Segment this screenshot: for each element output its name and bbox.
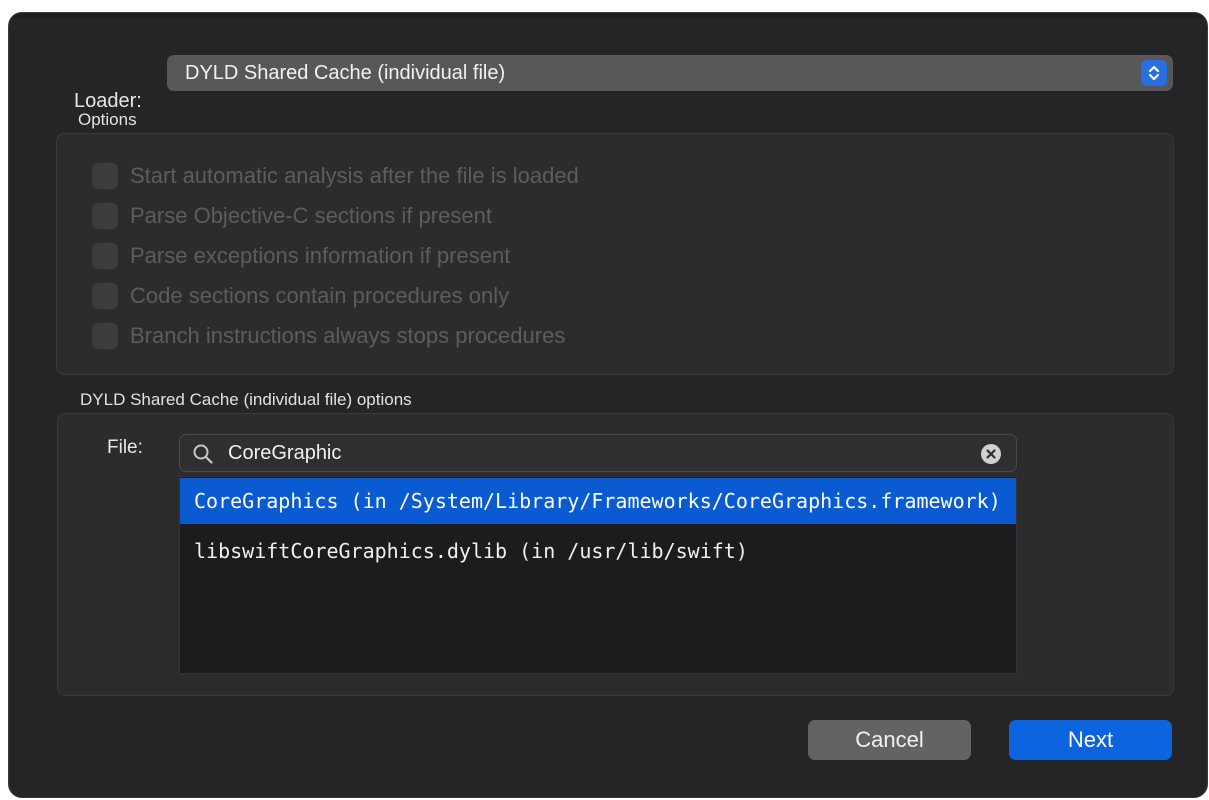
file-label: File: <box>107 437 143 458</box>
list-item-label: libswiftCoreGraphics.dylib (in /usr/lib/… <box>194 539 748 563</box>
list-item[interactable]: CoreGraphics (in /System/Library/Framewo… <box>180 478 1016 524</box>
list-item[interactable]: libswiftCoreGraphics.dylib (in /usr/lib/… <box>180 528 1016 574</box>
chevron-updown-icon[interactable] <box>1141 60 1167 86</box>
option-label: Start automatic analysis after the file … <box>130 163 579 188</box>
option-label: Parse Objective-C sections if present <box>130 203 492 228</box>
search-icon <box>192 443 214 465</box>
option-parse-objc[interactable]: Parse Objective-C sections if present <box>92 202 492 230</box>
option-branch-stops[interactable]: Branch instructions always stops procedu… <box>92 322 565 350</box>
option-checkbox[interactable] <box>92 323 118 349</box>
dialog-top-strip <box>9 13 1207 19</box>
option-checkbox[interactable] <box>92 283 118 309</box>
option-code-procedures[interactable]: Code sections contain procedures only <box>92 282 509 310</box>
options-group: Start automatic analysis after the file … <box>56 133 1174 375</box>
next-button[interactable]: Next <box>1009 720 1172 760</box>
option-label: Parse exceptions information if present <box>130 243 511 268</box>
cancel-button[interactable]: Cancel <box>808 720 971 760</box>
file-search-input[interactable] <box>228 439 948 467</box>
option-label: Code sections contain procedures only <box>130 283 510 308</box>
file-results-list[interactable]: CoreGraphics (in /System/Library/Framewo… <box>179 476 1017 674</box>
clear-search-icon[interactable] <box>980 443 1002 465</box>
dyld-options-section-title: DYLD Shared Cache (individual file) opti… <box>80 390 412 409</box>
option-checkbox[interactable] <box>92 243 118 269</box>
option-auto-analysis[interactable]: Start automatic analysis after the file … <box>92 162 579 190</box>
option-checkbox[interactable] <box>92 203 118 229</box>
loader-select-value: DYLD Shared Cache (individual file) <box>185 62 506 84</box>
options-section-title: Options <box>78 110 137 129</box>
option-checkbox[interactable] <box>92 163 118 189</box>
option-label: Branch instructions always stops procedu… <box>130 323 566 348</box>
list-item-label: CoreGraphics (in /System/Library/Framewo… <box>194 489 1001 513</box>
file-search-field[interactable] <box>179 434 1017 472</box>
option-parse-exceptions[interactable]: Parse exceptions information if present <box>92 242 510 270</box>
loader-select[interactable]: DYLD Shared Cache (individual file) <box>167 55 1173 91</box>
